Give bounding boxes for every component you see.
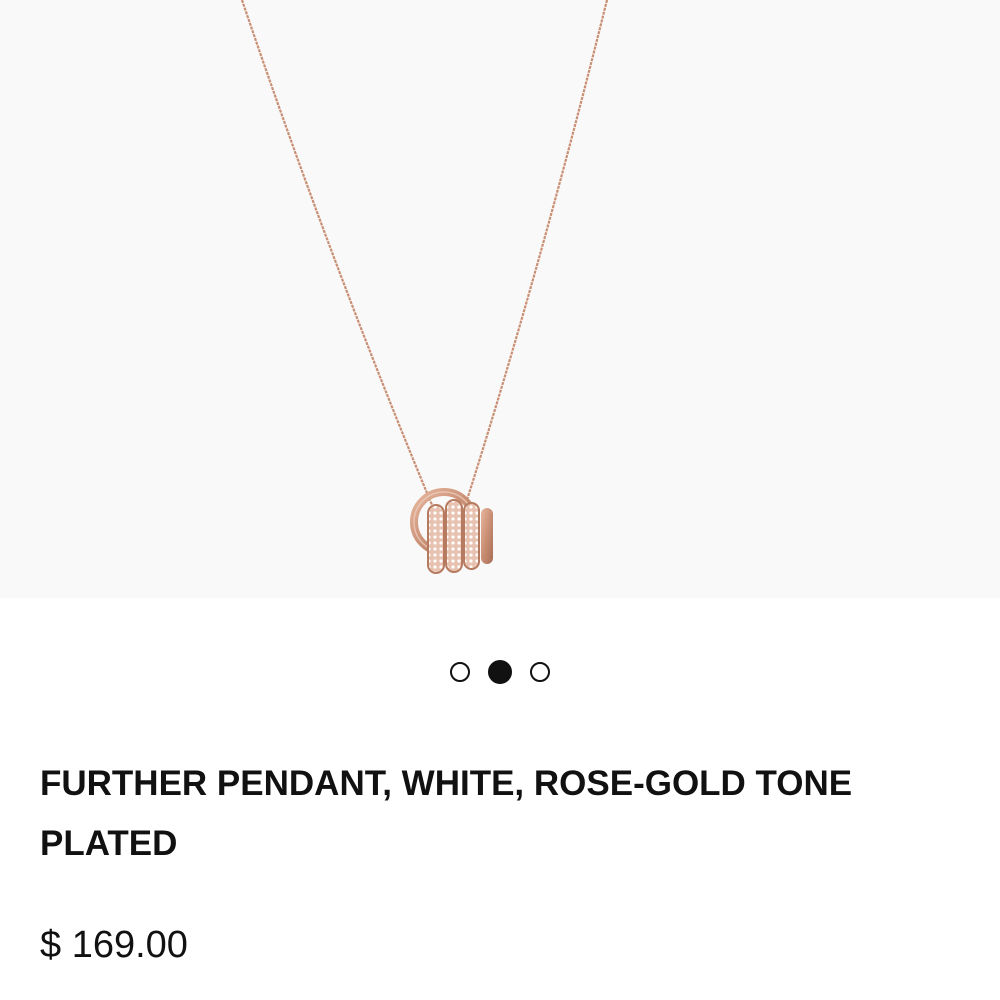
carousel-dot-3[interactable] — [530, 662, 550, 682]
carousel-indicator — [0, 658, 1000, 686]
carousel-dot-1[interactable] — [450, 662, 470, 682]
pendant-necklace-image — [240, 0, 609, 574]
product-image[interactable] — [0, 0, 1000, 598]
carousel-dot-2-active[interactable] — [488, 660, 512, 684]
chain-left — [240, 0, 434, 506]
pendant-crystal-bands — [427, 499, 493, 574]
product-price: $ 169.00 — [40, 924, 188, 966]
product-page: FURTHER PENDANT, WHITE, ROSE-GOLD TONE P… — [0, 0, 1000, 1000]
product-title: FURTHER PENDANT, WHITE, ROSE-GOLD TONE P… — [40, 764, 853, 863]
chain-right — [464, 0, 609, 504]
